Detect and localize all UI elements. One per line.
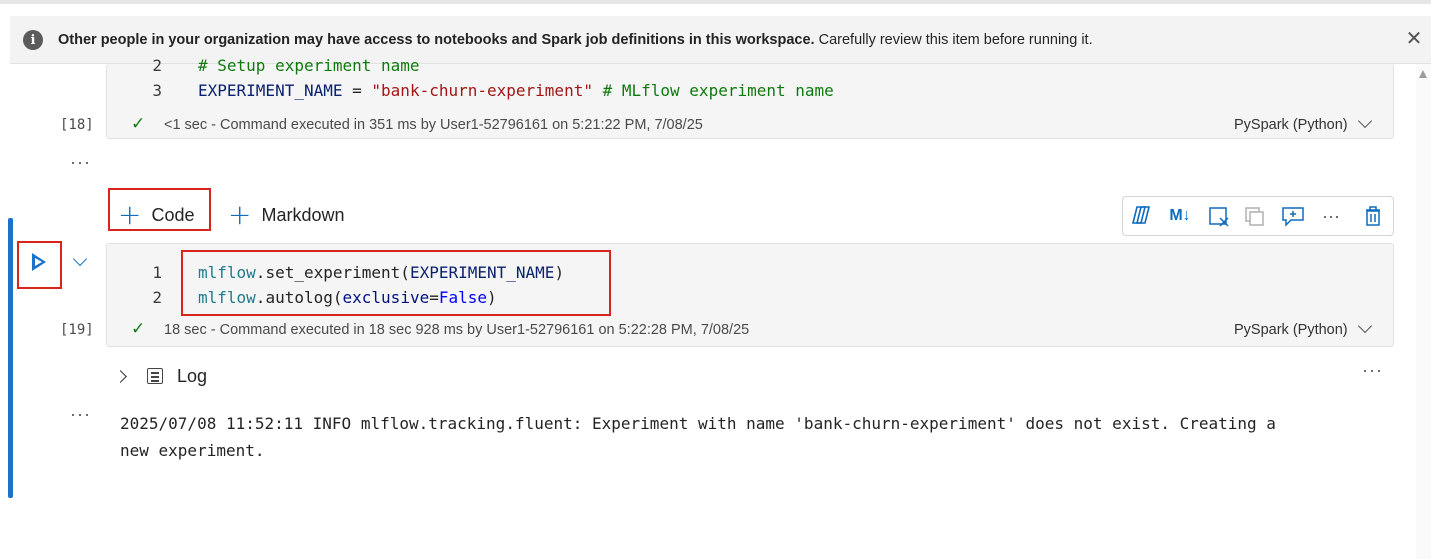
success-check-icon: ✓ xyxy=(131,114,146,133)
comment-icon[interactable] xyxy=(1281,205,1305,227)
chevron-right-icon[interactable] xyxy=(114,369,127,383)
highlight-box xyxy=(108,188,211,231)
add-markdown-label: Markdown xyxy=(261,204,345,225)
code-token: = xyxy=(342,81,372,100)
output-more-menu-icon[interactable]: ··· xyxy=(1362,360,1383,381)
info-icon: i xyxy=(23,30,43,50)
cell-more-menu-icon[interactable]: ··· xyxy=(70,152,91,173)
cell-output-text: 2025/07/08 11:52:11 INFO mlflow.tracking… xyxy=(120,414,1276,460)
code-cell-18[interactable]: 2 # Setup experiment name 3 EXPERIMENT_N… xyxy=(106,56,1394,139)
language-selector[interactable]: PySpark (Python) xyxy=(1234,318,1372,338)
delete-icon[interactable] xyxy=(1361,205,1385,227)
log-header[interactable]: Log xyxy=(114,364,208,388)
execution-count: [19] xyxy=(60,322,94,338)
output-side-more-icon[interactable]: ··· xyxy=(70,404,91,425)
close-banner-icon[interactable]: ✕ xyxy=(1401,26,1427,52)
plus-icon: + xyxy=(228,198,252,231)
highlight-box xyxy=(181,250,611,316)
cell-toolbar: M↓ ··· xyxy=(1122,196,1394,236)
duplicate-icon[interactable] xyxy=(1243,205,1267,227)
status-duration: <1 sec xyxy=(164,117,208,133)
execution-count: [18] xyxy=(60,117,94,133)
collapse-cell-chevron-icon[interactable] xyxy=(72,251,88,267)
vertical-scrollbar[interactable] xyxy=(1416,64,1431,559)
cell-status: <1 sec - Command executed in 351 ms by U… xyxy=(164,117,703,133)
status-duration: 18 sec xyxy=(164,322,207,338)
scroll-up-arrow-icon[interactable] xyxy=(1419,70,1427,78)
log-list-icon xyxy=(147,368,163,384)
success-check-icon: ✓ xyxy=(131,319,146,338)
language-label: PySpark (Python) xyxy=(1234,117,1348,133)
chevron-down-icon xyxy=(1357,318,1372,334)
cell-status: 18 sec - Command executed in 18 sec 928 … xyxy=(164,322,749,338)
banner-bold-text: Other people in your organization may ha… xyxy=(58,32,815,48)
clear-output-icon[interactable] xyxy=(1207,205,1231,227)
more-icon[interactable]: ··· xyxy=(1319,205,1343,227)
banner-normal-text: Carefully review this item before runnin… xyxy=(814,32,1093,48)
language-selector[interactable]: PySpark (Python) xyxy=(1234,113,1372,133)
add-markdown-cell-button[interactable]: + Markdown xyxy=(228,201,345,229)
line-number: 1 xyxy=(152,263,162,282)
line-number: 3 xyxy=(152,81,162,100)
active-cell-indicator xyxy=(8,218,13,498)
line-number: 2 xyxy=(152,288,162,307)
code-token: # MLflow experiment name xyxy=(592,81,834,100)
code-line: # Setup experiment name xyxy=(198,56,420,75)
copilot-icon[interactable] xyxy=(1129,205,1153,227)
log-label: Log xyxy=(177,365,208,386)
status-text: - Command executed in 351 ms by User1-52… xyxy=(207,117,703,133)
line-number: 2 xyxy=(152,56,162,75)
code-token: "bank-churn-experiment" xyxy=(371,81,593,100)
window-top-gap xyxy=(0,4,1431,16)
status-text: - Command executed in 18 sec 928 ms by U… xyxy=(206,322,750,338)
language-label: PySpark (Python) xyxy=(1234,322,1348,338)
code-token: EXPERIMENT_NAME xyxy=(198,81,343,100)
chevron-down-icon xyxy=(1357,113,1372,129)
markdown-toggle-icon[interactable]: M↓ xyxy=(1166,205,1194,227)
code-line: EXPERIMENT_NAME = "bank-churn-experiment… xyxy=(198,81,834,100)
banner-message: Other people in your organization may ha… xyxy=(58,32,1093,48)
highlight-box xyxy=(17,241,62,289)
